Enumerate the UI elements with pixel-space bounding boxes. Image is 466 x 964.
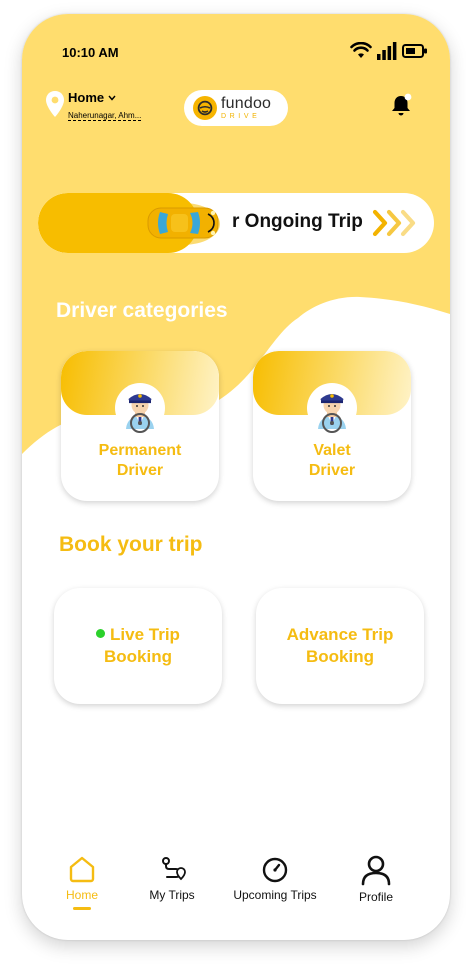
- wifi-icon: [350, 42, 372, 58]
- ongoing-trip-banner[interactable]: r Ongoing Trip: [38, 193, 434, 253]
- phone-frame: 10:10 AM Home Naherunagar, Ahm... fundoo…: [22, 14, 450, 940]
- category-label: Permanent Driver: [98, 442, 182, 479]
- driver-avatar-icon: [307, 383, 357, 433]
- driver-categories-title: Driver categories: [56, 299, 228, 322]
- live-indicator-dot: [96, 629, 106, 638]
- live-trip-booking-card[interactable]: Live Trip Booking: [54, 588, 222, 704]
- battery-icon: [402, 44, 427, 58]
- steering-wheel-icon: [193, 96, 217, 120]
- location-selector[interactable]: Home Naherunagar, Ahm...: [44, 90, 142, 123]
- location-name: Home: [68, 90, 105, 105]
- logo-brand: fundoo: [221, 95, 272, 112]
- app-logo: fundoo DRIVE: [184, 90, 288, 126]
- category-label: Valet Driver: [308, 442, 356, 479]
- booking-label: Advance Trip Booking: [286, 625, 394, 666]
- logo-text: fundoo DRIVE: [221, 95, 272, 121]
- route-icon: [162, 857, 186, 881]
- location-address: Naherunagar, Ahm...: [68, 111, 142, 121]
- nav-profile[interactable]: Profile: [354, 854, 398, 904]
- car-icon: [146, 203, 220, 245]
- nav-my-trips[interactable]: My Trips: [144, 854, 200, 902]
- nav-label: My Trips: [149, 888, 195, 902]
- clock-icon: [262, 857, 288, 883]
- chevron-down-icon: [108, 95, 116, 101]
- location-pin-icon: [46, 91, 64, 117]
- nav-label: Home: [65, 888, 98, 902]
- bottom-nav: Home My Trips Upcoming Trips Profile: [22, 848, 450, 928]
- home-icon: [69, 856, 95, 883]
- status-time: 10:10 AM: [62, 45, 119, 60]
- driver-avatar-icon: [115, 383, 165, 433]
- status-icons: [350, 42, 428, 60]
- location-label: Home: [68, 90, 141, 105]
- chevron-right-arrows-icon: [372, 209, 416, 237]
- active-indicator: [73, 907, 91, 910]
- booking-label: Live Trip Booking: [54, 624, 222, 668]
- user-icon: [361, 855, 391, 886]
- nav-label: Upcoming Trips: [233, 888, 317, 902]
- advance-trip-booking-card[interactable]: Advance Trip Booking: [256, 588, 424, 704]
- notification-bell-icon[interactable]: [388, 92, 414, 118]
- signal-icon: [377, 42, 397, 60]
- logo-sub: DRIVE: [221, 113, 261, 120]
- status-bar: 10:10 AM: [22, 14, 450, 94]
- ongoing-trip-label: r Ongoing Trip: [232, 211, 363, 232]
- book-trip-title: Book your trip: [59, 533, 203, 556]
- nav-home[interactable]: Home: [60, 854, 104, 910]
- permanent-driver-card[interactable]: Permanent Driver: [61, 351, 219, 501]
- nav-label: Profile: [358, 890, 393, 904]
- valet-driver-card[interactable]: Valet Driver: [253, 351, 411, 501]
- nav-upcoming-trips[interactable]: Upcoming Trips: [227, 854, 323, 902]
- location-text: Home Naherunagar, Ahm...: [68, 90, 142, 123]
